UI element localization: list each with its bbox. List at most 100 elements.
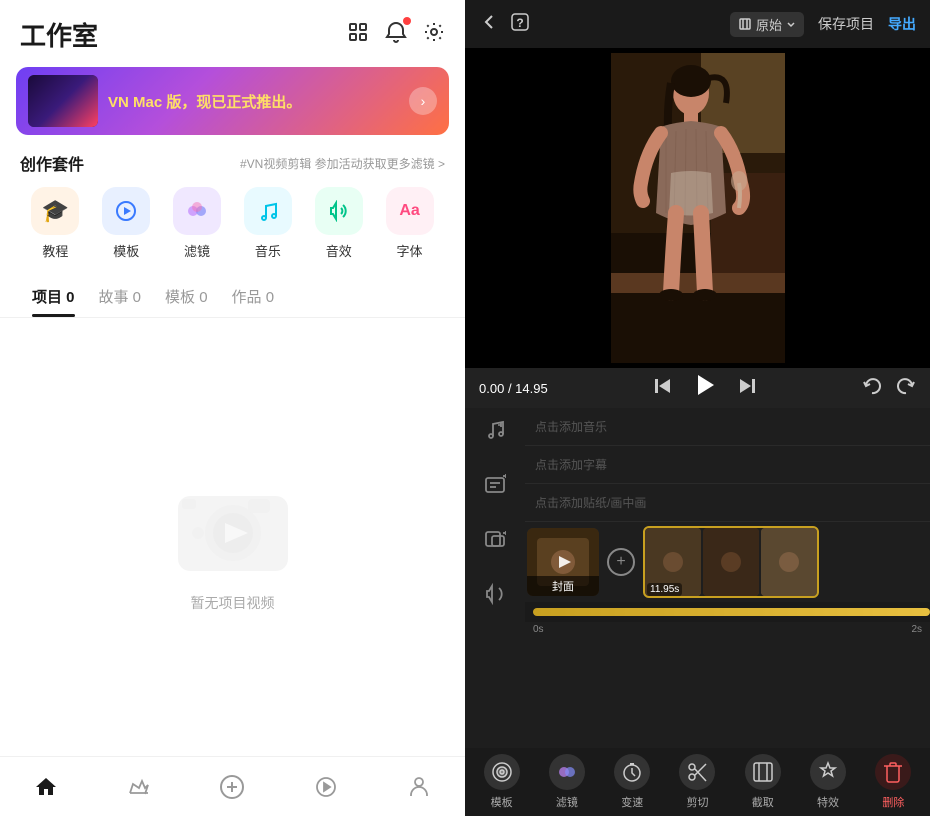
ratio-badge[interactable]: 原始	[730, 12, 804, 37]
toolbar-effect[interactable]: 特效	[802, 754, 854, 810]
video-silhouette	[611, 53, 785, 363]
toolbar-cut[interactable]: 剪切	[671, 754, 723, 810]
effect-tool-icon	[810, 754, 846, 790]
expand-icon[interactable]	[347, 21, 369, 49]
bell-icon[interactable]	[385, 21, 407, 49]
tab-stories[interactable]: 故事 0	[87, 282, 154, 317]
filter-tool-label: 滤镜	[556, 794, 578, 810]
banner-thumbnail	[28, 75, 98, 127]
music-track[interactable]: 点击添加音乐	[525, 408, 930, 446]
redo-button[interactable]	[896, 376, 916, 401]
undo-button[interactable]	[862, 376, 882, 401]
skip-forward-button[interactable]	[738, 376, 758, 401]
export-button[interactable]: 导出	[888, 14, 916, 34]
sfx-icon	[315, 187, 363, 235]
bottom-nav	[0, 756, 465, 816]
tab-templates[interactable]: 模板 0	[153, 282, 220, 317]
tool-music[interactable]: 音乐	[244, 187, 292, 260]
toolbar-extract[interactable]: 截取	[737, 754, 789, 810]
page-title: 工作室	[20, 16, 98, 53]
playback-controls	[652, 372, 758, 404]
save-project-button[interactable]: 保存项目	[818, 14, 874, 34]
ruler-labels: 0s 2s	[525, 622, 930, 637]
video-content	[611, 53, 785, 363]
project-tabs: 项目 0 故事 0 模板 0 作品 0	[0, 276, 465, 318]
nav-home[interactable]	[18, 769, 74, 805]
tab-projects[interactable]: 项目 0	[20, 282, 87, 317]
cut-tool-label: 剪切	[686, 794, 708, 810]
toolbar-delete[interactable]: 删除	[867, 754, 919, 810]
nav-discover[interactable]	[298, 769, 354, 805]
delete-tool-icon	[875, 754, 911, 790]
audio-track-tool[interactable]	[484, 583, 506, 610]
clip-thumb-3	[761, 528, 817, 596]
overlay-track[interactable]: 点击添加贴纸/画中画	[525, 484, 930, 522]
clip-strip-container: 11.95s	[643, 526, 819, 598]
cut-tool-icon	[679, 754, 715, 790]
track-sidebar	[465, 408, 525, 748]
tutorial-icon: 🎓	[31, 187, 79, 235]
empty-camera-icon	[168, 461, 298, 581]
add-caption-tool[interactable]	[484, 473, 506, 500]
tool-tutorial-label: 教程	[42, 241, 68, 260]
clip-duration: 11.95s	[647, 583, 682, 596]
extract-tool-icon	[745, 754, 781, 790]
empty-text: 暂无项目视频	[191, 593, 275, 613]
add-clip-button[interactable]: +	[607, 548, 635, 576]
cover-label: 封面	[527, 576, 599, 596]
filter-icon	[173, 187, 221, 235]
tab-works[interactable]: 作品 0	[220, 282, 287, 317]
creation-suite-title: 创作套件	[20, 151, 84, 175]
time-display: 0.00 / 14.95	[479, 381, 548, 396]
topbar-left: ?	[479, 11, 531, 38]
nav-create[interactable]	[203, 768, 261, 806]
speed-tool-icon	[614, 754, 650, 790]
toolbar-speed[interactable]: 变速	[606, 754, 658, 810]
header-icons	[347, 21, 445, 49]
tool-template[interactable]: 模板	[102, 187, 150, 260]
nav-crown[interactable]	[111, 769, 167, 805]
settings-icon[interactable]	[423, 21, 445, 49]
tool-template-label: 模板	[113, 241, 139, 260]
ruler-mark-0s: 0s	[533, 624, 544, 635]
nav-profile[interactable]	[391, 769, 447, 805]
toolbar-filter[interactable]: 滤镜	[541, 754, 593, 810]
skip-back-button[interactable]	[652, 376, 672, 401]
undo-redo-controls	[862, 376, 916, 401]
ruler-mark-2s: 2s	[911, 624, 922, 635]
editor-topbar: ? 原始 保存项目 导出	[465, 0, 930, 48]
vn-mac-banner[interactable]: VN Mac 版，现已正式推出。 ›	[16, 67, 449, 135]
tool-filter[interactable]: 滤镜	[173, 187, 221, 260]
timeline-controls: 0.00 / 14.95	[465, 368, 930, 408]
editor-toolbar: 模板 滤镜 变速 剪切	[465, 748, 930, 816]
tool-tutorial[interactable]: 🎓 教程	[31, 187, 79, 260]
clip-thumb-2	[703, 528, 759, 596]
tool-sfx-label: 音效	[326, 241, 352, 260]
cover-thumbnail[interactable]: 封面	[527, 528, 599, 596]
notification-badge	[403, 17, 411, 25]
tool-sfx[interactable]: 音效	[315, 187, 363, 260]
tool-music-label: 音乐	[255, 241, 281, 260]
timeline-ruler	[525, 602, 930, 622]
play-button[interactable]	[692, 372, 718, 404]
right-panel: ? 原始 保存项目 导出	[465, 0, 930, 816]
caption-track[interactable]: 点击添加字幕	[525, 446, 930, 484]
back-button[interactable]	[479, 12, 499, 37]
add-music-tool[interactable]	[484, 418, 506, 445]
tool-font-label: 字体	[397, 241, 423, 260]
tool-font[interactable]: Aa 字体	[386, 187, 434, 260]
add-overlay-tool[interactable]	[484, 528, 506, 555]
creation-suite-promo[interactable]: #VN视频剪辑 参加活动获取更多滤镜 >	[240, 155, 445, 172]
help-button[interactable]: ?	[509, 11, 531, 38]
svg-text:?: ?	[516, 16, 523, 30]
speed-tool-label: 变速	[621, 794, 643, 810]
creation-suite-header: 创作套件 #VN视频剪辑 参加活动获取更多滤镜 >	[0, 147, 465, 183]
music-icon	[244, 187, 292, 235]
track-area: 点击添加音乐 点击添加字幕 点击添加贴纸/画中画	[465, 408, 930, 748]
template-tool-icon	[484, 754, 520, 790]
font-icon: Aa	[386, 187, 434, 235]
left-panel: 工作室	[0, 0, 465, 816]
track-content: 点击添加音乐 点击添加字幕 点击添加贴纸/画中画	[525, 408, 930, 748]
toolbar-template[interactable]: 模板	[476, 754, 528, 810]
banner-arrow-icon[interactable]: ›	[409, 87, 437, 115]
